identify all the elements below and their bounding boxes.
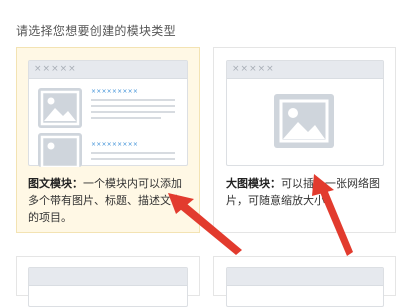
module-type-card[interactable]: [213, 256, 396, 307]
image-placeholder-icon: [38, 133, 82, 167]
text-line: [91, 111, 175, 113]
preview-dots: ×××××: [34, 64, 77, 74]
image-text-preview: ××××× ××××××××× ×××××××××: [28, 60, 188, 167]
module-description: 图文模块：一个模块内可以添加多个带有图片、标题、描述文字的项目。: [28, 175, 186, 226]
module-title: 图文模块：: [28, 177, 83, 190]
module-preview: [28, 267, 188, 307]
preview-header-bar: [227, 268, 383, 286]
text-line: [91, 117, 161, 119]
preview-header-bar: ×××××: [29, 61, 187, 79]
prompt-text: 请选择您想要创建的模块类型: [16, 24, 176, 38]
item-title: ×××××××××: [91, 88, 139, 95]
preview-header-bar: ×××××: [227, 61, 383, 79]
module-type-card-large-image[interactable]: ××××× 大图模块：可以插入一张网络图片，可随意缩放大小。: [213, 47, 396, 233]
module-preview: [226, 267, 384, 307]
text-line: [91, 99, 175, 101]
module-description: 大图模块：可以插入一张网络图片，可随意缩放大小。: [226, 175, 382, 209]
item-title: ×××××××××: [91, 141, 139, 148]
text-line: [91, 152, 175, 154]
text-line: [91, 158, 175, 160]
large-image-preview: ×××××: [226, 60, 384, 166]
module-type-card-image-text[interactable]: ××××× ××××××××× ××××××××× 图文模块：一个模块内可以添加…: [16, 47, 200, 233]
module-title: 大图模块：: [226, 177, 281, 190]
image-placeholder-icon: [38, 88, 82, 128]
image-placeholder-icon: [274, 94, 334, 148]
preview-dots: ×××××: [232, 64, 275, 74]
module-type-card[interactable]: [16, 256, 200, 307]
text-line: [91, 105, 175, 107]
preview-header-bar: [29, 268, 187, 286]
